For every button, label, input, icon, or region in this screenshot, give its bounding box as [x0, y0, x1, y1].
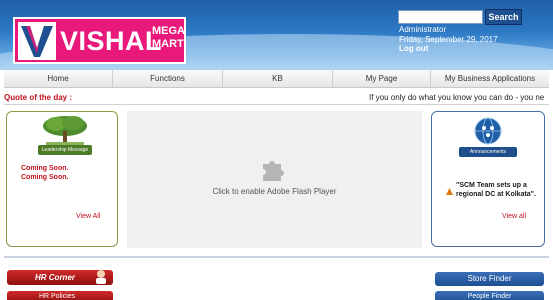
brand-mart: MART [152, 38, 184, 50]
flash-enable-text[interactable]: Click to enable Adobe Flash Player [127, 187, 422, 196]
search-input[interactable] [398, 10, 483, 24]
warning-icon [446, 182, 453, 200]
page-root: VISHAL MEGA MART Search Administrator Fr… [0, 0, 553, 300]
globe-icon [472, 116, 504, 151]
v-logo-icon [18, 22, 56, 60]
search-button[interactable]: Search [485, 9, 522, 25]
brand-name: VISHAL [60, 26, 163, 56]
quote-label: Quote of the day : [4, 93, 72, 102]
nav-item-business-apps[interactable]: My Business Applications [431, 70, 549, 88]
divider [4, 256, 549, 258]
divider [4, 104, 549, 105]
flash-placeholder[interactable]: Click to enable Adobe Flash Player [127, 111, 422, 248]
logout-link[interactable]: Log out [399, 44, 428, 53]
header-banner: VISHAL MEGA MART Search Administrator Fr… [0, 0, 553, 70]
user-name: Administrator [399, 25, 447, 34]
nav-item-functions[interactable]: Functions [113, 70, 223, 88]
nav-item-my-page[interactable]: My Page [333, 70, 431, 88]
vishal-logo[interactable]: VISHAL MEGA MART [13, 17, 186, 64]
nav-item-kb[interactable]: KB [223, 70, 333, 88]
leadership-line: Coming Soon. [21, 174, 69, 181]
hr-policies-button[interactable]: HR Policies [7, 291, 113, 300]
announcements-view-all-link[interactable]: View all [502, 213, 526, 220]
leadership-badge[interactable]: Leadership Message [38, 145, 92, 155]
leadership-line: Coming Soon. [21, 165, 69, 172]
nav-item-home[interactable]: Home [4, 70, 113, 88]
plugin-puzzle-icon [260, 156, 286, 187]
store-finder-button[interactable]: Store Finder [435, 272, 544, 286]
announcements-badge[interactable]: Announcements [459, 147, 517, 157]
quote-text: If you only do what you know you can do … [369, 93, 545, 102]
brand-mega: MEGA [152, 25, 185, 37]
leadership-view-all-link[interactable]: View All [76, 213, 100, 220]
people-finder-button[interactable]: People Finder [435, 291, 544, 300]
hr-corner-button[interactable]: HR Corner [7, 270, 113, 285]
announcements-panel: Announcements "SCM Team sets up a region… [431, 111, 545, 247]
announcement-item[interactable]: "SCM Team sets up a regional DC at Kolka… [456, 181, 542, 199]
leadership-panel: Leadership Message Coming Soon. Coming S… [6, 111, 118, 247]
current-date: Friday, September 29, 2017 [399, 35, 498, 44]
hr-corner-label: HR Corner [35, 273, 76, 282]
main-nav: Home Functions KB My Page My Business Ap… [4, 70, 549, 88]
hr-people-icon [93, 268, 109, 289]
